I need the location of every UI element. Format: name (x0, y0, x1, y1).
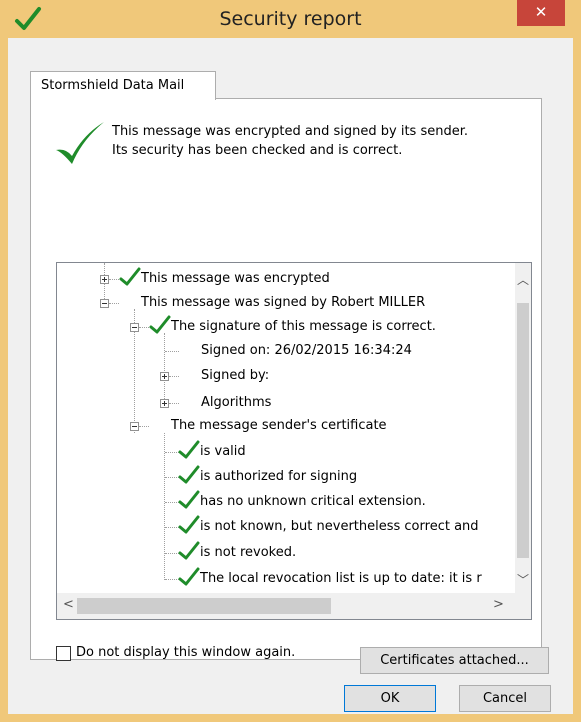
check-icon (56, 122, 104, 164)
expand-plus-icon[interactable] (160, 399, 169, 408)
tree-line (139, 327, 149, 328)
do-not-display-label[interactable]: Do not display this window again. (76, 645, 295, 660)
expand-plus-icon[interactable] (100, 275, 109, 284)
collapse-minus-icon[interactable] (100, 299, 109, 308)
tree-node-cert-known[interactable]: is not known, but nevertheless correct a… (200, 518, 479, 536)
tree-node-signed-on[interactable]: Signed on: 26/02/2015 16:34:24 (201, 342, 412, 360)
summary-line-2: Its security has been checked and is cor… (112, 143, 403, 158)
tree-line (109, 279, 119, 280)
check-icon (178, 465, 200, 484)
horizontal-scroll-thumb[interactable] (77, 598, 331, 614)
certificates-attached-label: Certificates attached... (380, 653, 529, 668)
check-icon (178, 515, 200, 534)
tree-line (164, 333, 165, 403)
check-icon (178, 440, 200, 459)
do-not-display-checkbox[interactable] (56, 646, 71, 661)
check-icon (149, 315, 171, 334)
summary-message: This message was encrypted and signed by… (112, 122, 532, 160)
scrollbar-corner (515, 593, 531, 619)
expand-plus-icon[interactable] (160, 372, 169, 381)
check-icon (178, 541, 200, 560)
tree-line (164, 433, 165, 580)
tree-content: This message was encrypted This message … (57, 263, 515, 593)
scroll-left-icon[interactable]: < (63, 597, 74, 612)
cancel-button[interactable]: Cancel (459, 685, 551, 712)
tree-node-cert-revoked[interactable]: is not revoked. (200, 544, 296, 562)
check-icon (119, 267, 141, 286)
dialog-client: Stormshield Data Mail This message was e… (8, 38, 573, 714)
vertical-scrollbar[interactable]: ︿ ﹀ (515, 263, 531, 593)
tree-line (169, 376, 179, 377)
summary-line-1: This message was encrypted and signed by… (112, 124, 468, 139)
window-title: Security report (219, 8, 362, 30)
check-icon (178, 490, 200, 509)
tree-line (165, 351, 179, 352)
vertical-scroll-thumb[interactable] (517, 303, 529, 558)
tree-node-algorithms[interactable]: Algorithms (201, 394, 271, 412)
scroll-right-icon[interactable]: > (493, 597, 504, 612)
horizontal-scrollbar[interactable]: < > (57, 593, 515, 619)
tree-line (109, 303, 119, 304)
tree-line (169, 403, 179, 404)
tree-node-signature-correct[interactable]: The signature of this message is correct… (171, 318, 436, 336)
check-icon (178, 567, 200, 586)
tree-node-certificate[interactable]: The message sender's certificate (171, 417, 387, 435)
tree-node-signed[interactable]: This message was signed by Robert MILLER (141, 294, 425, 312)
tree-node-cert-revocation-list[interactable]: The local revocation list is up to date:… (200, 570, 482, 588)
scroll-up-icon[interactable]: ︿ (515, 271, 531, 288)
security-report-window: Security report ✕ Stormshield Data Mail … (0, 0, 581, 722)
tab-stormshield-data-mail[interactable]: Stormshield Data Mail (30, 71, 216, 100)
tree-node-cert-authorized[interactable]: is authorized for signing (200, 468, 357, 486)
tree-node-signed-by[interactable]: Signed by: (201, 367, 269, 385)
tree-node-cert-extension[interactable]: has no unknown critical extension. (200, 493, 426, 511)
title-bar[interactable]: Security report ✕ (0, 0, 581, 38)
close-button[interactable]: ✕ (517, 0, 565, 26)
collapse-minus-icon[interactable] (130, 323, 139, 332)
certificates-attached-button[interactable]: Certificates attached... (360, 647, 549, 674)
collapse-minus-icon[interactable] (130, 422, 139, 431)
tree-node-encrypted[interactable]: This message was encrypted (141, 270, 330, 288)
tree-node-cert-valid[interactable]: is valid (200, 443, 246, 461)
security-tree-view[interactable]: This message was encrypted This message … (56, 262, 532, 620)
tree-line (139, 426, 149, 427)
scroll-down-icon[interactable]: ﹀ (515, 571, 531, 588)
ok-button[interactable]: OK (344, 685, 436, 712)
tab-label: Stormshield Data Mail (41, 78, 185, 93)
